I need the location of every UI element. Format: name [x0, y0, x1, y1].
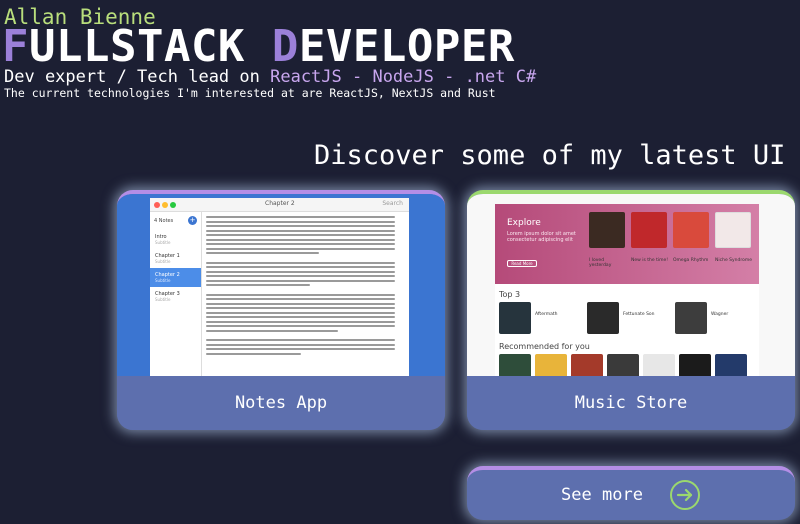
recommended-heading: Recommended for you	[499, 342, 590, 351]
album-cover	[673, 212, 709, 248]
section-heading: Discover some of my latest UI c	[314, 140, 800, 171]
album-name: Omega Rhythm	[673, 258, 709, 263]
note-body-lines	[206, 216, 395, 380]
notes-window: Chapter 2 Search 4 Notes + Intro Subtitle…	[150, 198, 409, 380]
notes-app-preview: Chapter 2 Search 4 Notes + Intro Subtitle…	[117, 194, 445, 380]
note-item: Intro Subtitle	[155, 234, 171, 245]
album-name: New is the time!	[631, 258, 669, 263]
maximize-dot-icon	[170, 202, 176, 208]
album-cover	[631, 212, 667, 248]
note-item-active: Chapter 2 Subtitle	[150, 268, 201, 287]
role-text: Dev expert / Tech lead on	[4, 67, 271, 87]
arrow-right-circle-icon	[669, 479, 701, 511]
notes-window-title: Chapter 2	[265, 200, 295, 207]
page-title: FULLSTACK DEVELOPER	[2, 24, 515, 70]
interests-line: The current technologies I'm interested …	[4, 86, 496, 100]
notes-titlebar: Chapter 2 Search	[150, 198, 409, 212]
album-cover	[589, 212, 625, 248]
hero-text: Lorem ipsum dolor sit amet consectetur a…	[507, 231, 576, 243]
album-name: I loved yesterday	[589, 258, 612, 268]
notes-sidebar: 4 Notes + Intro Subtitle Chapter 1 Subtitl…	[150, 212, 202, 380]
tech-stack: ReactJS - NodeJS - .net C#	[270, 67, 537, 87]
title-initial-f: F	[2, 21, 29, 72]
title-rest-1: ULLSTACK	[29, 21, 272, 72]
see-more-button[interactable]: See more	[467, 466, 795, 520]
hero-title: Explore	[507, 218, 541, 228]
album-name: Niche Syndrome	[715, 258, 753, 263]
project-card-music-store[interactable]: Explore Lorem ipsum dolor sit amet conse…	[467, 190, 795, 430]
top-heading: Top 3	[499, 290, 521, 299]
close-dot-icon	[154, 202, 160, 208]
note-item: Chapter 1 Subtitle	[155, 253, 180, 264]
role-subtitle: Dev expert / Tech lead on ReactJS - Node…	[4, 66, 536, 88]
music-window: Explore Lorem ipsum dolor sit amet conse…	[495, 204, 759, 380]
top-album-cover	[499, 302, 531, 334]
music-store-preview: Explore Lorem ipsum dolor sit amet conse…	[467, 194, 795, 380]
title-initial-d: D	[271, 21, 299, 72]
project-card-notes-app[interactable]: Chapter 2 Search 4 Notes + Intro Subtitle…	[117, 190, 445, 430]
album-cover	[715, 212, 751, 248]
notes-search: Search	[382, 200, 403, 207]
title-rest-2: EVELOPER	[298, 21, 515, 72]
add-note-icon: +	[188, 216, 197, 225]
top-album-cover	[587, 302, 619, 334]
top-album-name: Wagner	[711, 312, 729, 317]
project-label-notes-app: Notes App	[117, 376, 445, 430]
project-label-music-store: Music Store	[467, 376, 795, 430]
top-album-cover	[675, 302, 707, 334]
minimize-dot-icon	[162, 202, 168, 208]
note-item: Chapter 3 Subtitle	[155, 291, 180, 302]
top-album-name: Aftermath	[535, 312, 558, 317]
top-album-name: Fettunate Son	[623, 312, 655, 317]
see-more-label: See more	[561, 485, 643, 505]
hero-read-more: Read More	[507, 260, 537, 267]
